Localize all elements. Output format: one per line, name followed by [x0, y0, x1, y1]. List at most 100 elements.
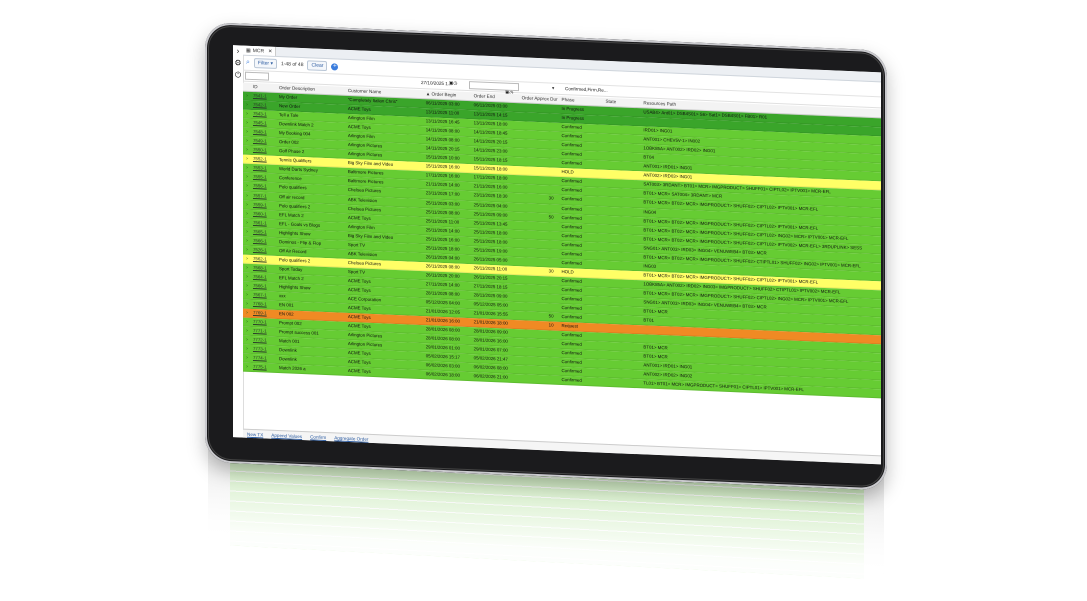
cell-duration: [520, 230, 560, 240]
cell-state: [603, 297, 641, 307]
cell-id[interactable]: 7548-1: [251, 128, 277, 137]
chevron-down-icon-2[interactable]: ▾: [552, 86, 554, 92]
cell-id[interactable]: 7566-1: [251, 282, 277, 291]
cell-id[interactable]: 7562-1: [251, 255, 277, 264]
cell-id[interactable]: 7769-1: [251, 309, 277, 318]
cell-id[interactable]: 7555-1: [251, 173, 277, 182]
cell-state: [603, 125, 641, 135]
expand-row-icon[interactable]: ›: [243, 345, 251, 353]
cell-id[interactable]: 7566-1: [251, 237, 277, 246]
cell-state: [603, 161, 641, 171]
expand-row-icon[interactable]: ›: [243, 173, 251, 181]
filter-label: Filter: [257, 60, 270, 67]
cell-description: Match 2026 a: [278, 365, 306, 372]
expand-row-icon[interactable]: ›: [243, 363, 251, 371]
header-state[interactable]: State: [603, 98, 641, 108]
cell-duration: [520, 103, 560, 113]
expand-row-icon[interactable]: ›: [243, 318, 251, 326]
tab-mcr[interactable]: ▦ MCR ✕: [243, 45, 277, 56]
expand-row-icon[interactable]: ›: [243, 209, 251, 217]
cell-id[interactable]: 7556-1: [251, 182, 277, 191]
chevron-down-icon: ▾: [270, 60, 273, 67]
cell-id[interactable]: 7559-1: [251, 200, 277, 209]
expand-row-icon[interactable]: ›: [243, 146, 251, 154]
aggregate-order-link[interactable]: Aggregate Order: [334, 435, 368, 441]
expand-row-icon[interactable]: ›: [243, 273, 251, 281]
header-id[interactable]: ID: [251, 83, 277, 92]
clear-button[interactable]: Clear: [307, 60, 328, 72]
cell-state: [603, 197, 641, 207]
expand-row-icon[interactable]: ›: [243, 218, 251, 226]
cell-id[interactable]: 7550-1: [251, 146, 277, 155]
cell-id[interactable]: 7568-1: [251, 264, 277, 273]
expand-row-icon[interactable]: ›: [243, 119, 251, 127]
cell-id[interactable]: 7552-1: [251, 155, 277, 164]
cell-id[interactable]: 7526-1: [251, 246, 277, 255]
expand-row-icon[interactable]: ›: [243, 164, 251, 172]
expand-row-icon[interactable]: ›: [243, 137, 251, 145]
cell-duration: [520, 375, 560, 385]
cell-id[interactable]: 7543-1: [251, 110, 277, 119]
cell-state: [603, 288, 641, 298]
cell-id[interactable]: 7564-1: [251, 273, 277, 282]
cell-id[interactable]: 7768-1: [251, 300, 277, 309]
expand-row-icon[interactable]: ›: [243, 254, 251, 262]
search-icon[interactable]: ⌕: [246, 59, 250, 67]
power-icon[interactable]: ⏻: [233, 69, 243, 81]
expand-row-icon[interactable]: ›: [243, 263, 251, 271]
expand-row-icon[interactable]: ›: [243, 309, 251, 317]
expand-row-icon[interactable]: ›: [243, 236, 251, 244]
confirm-link[interactable]: Confirm: [310, 434, 326, 440]
cell-id[interactable]: 7775-1: [251, 363, 277, 372]
calendar-icon[interactable]: ▣◷: [449, 80, 457, 86]
cell-state: [603, 188, 641, 198]
expand-row-icon[interactable]: ›: [243, 182, 251, 190]
expand-row-icon[interactable]: ›: [243, 327, 251, 335]
cell-state: [603, 143, 641, 153]
expand-row-icon[interactable]: ›: [243, 245, 251, 253]
expand-row-icon[interactable]: ›: [243, 101, 251, 109]
append-values-link[interactable]: Append Values: [271, 432, 302, 438]
add-button[interactable]: +: [331, 62, 339, 71]
close-icon[interactable]: ✕: [268, 48, 272, 54]
cell-id[interactable]: 7560-1: [251, 210, 277, 219]
expand-row-icon[interactable]: ›: [243, 291, 251, 299]
phase-filter-value[interactable]: Confirmed,Firm,Re...: [565, 86, 608, 93]
cell-id[interactable]: 7565-1: [251, 228, 277, 237]
bottom-bar: New TX Append Values Confirm Aggregate O…: [243, 428, 881, 465]
expand-row-icon[interactable]: ›: [243, 300, 251, 308]
expand-row-icon[interactable]: ›: [243, 128, 251, 136]
expand-row-icon[interactable]: ›: [243, 282, 251, 290]
date-filter-value[interactable]: 27/10/2025 1...: [421, 80, 452, 86]
expand-row-icon[interactable]: ›: [243, 354, 251, 362]
header-order-approx-dur[interactable]: Order Approx Dur: [520, 94, 560, 104]
cell-state: [603, 279, 641, 289]
filter-button[interactable]: Filter ▾: [253, 58, 277, 70]
cell-id[interactable]: 7567-1: [251, 291, 277, 300]
expand-row-icon[interactable]: ›: [243, 227, 251, 235]
cell-id[interactable]: 7774-1: [251, 354, 277, 363]
cell-id[interactable]: 7772-1: [251, 336, 277, 345]
cell-state: [603, 342, 641, 352]
gear-icon[interactable]: ⚙: [233, 57, 243, 69]
expand-row-icon[interactable]: ›: [243, 336, 251, 344]
cell-id[interactable]: 7541-1: [251, 92, 277, 101]
new-tx-link[interactable]: New TX: [247, 431, 263, 437]
cell-id[interactable]: 7561-1: [251, 219, 277, 228]
cell-id[interactable]: 7771-1: [251, 327, 277, 336]
expand-row-icon[interactable]: ›: [243, 200, 251, 208]
id-filter-input[interactable]: [245, 71, 269, 81]
chevron-right-icon[interactable]: ›: [233, 45, 243, 57]
cell-id[interactable]: 7553-1: [251, 164, 277, 173]
expand-row-icon[interactable]: ›: [243, 110, 251, 118]
cell-id[interactable]: 7770-1: [251, 318, 277, 327]
cell-id[interactable]: 7773-1: [251, 345, 277, 354]
cell-id[interactable]: 7545-1: [251, 119, 277, 128]
cell-duration: [520, 275, 560, 285]
cell-id[interactable]: 7542-1: [251, 101, 277, 110]
expand-row-icon[interactable]: ›: [243, 92, 251, 100]
cell-id[interactable]: 7557-1: [251, 191, 277, 200]
cell-id[interactable]: 7549-1: [251, 137, 277, 146]
expand-row-icon[interactable]: ›: [243, 191, 251, 199]
expand-row-icon[interactable]: ›: [243, 155, 251, 163]
